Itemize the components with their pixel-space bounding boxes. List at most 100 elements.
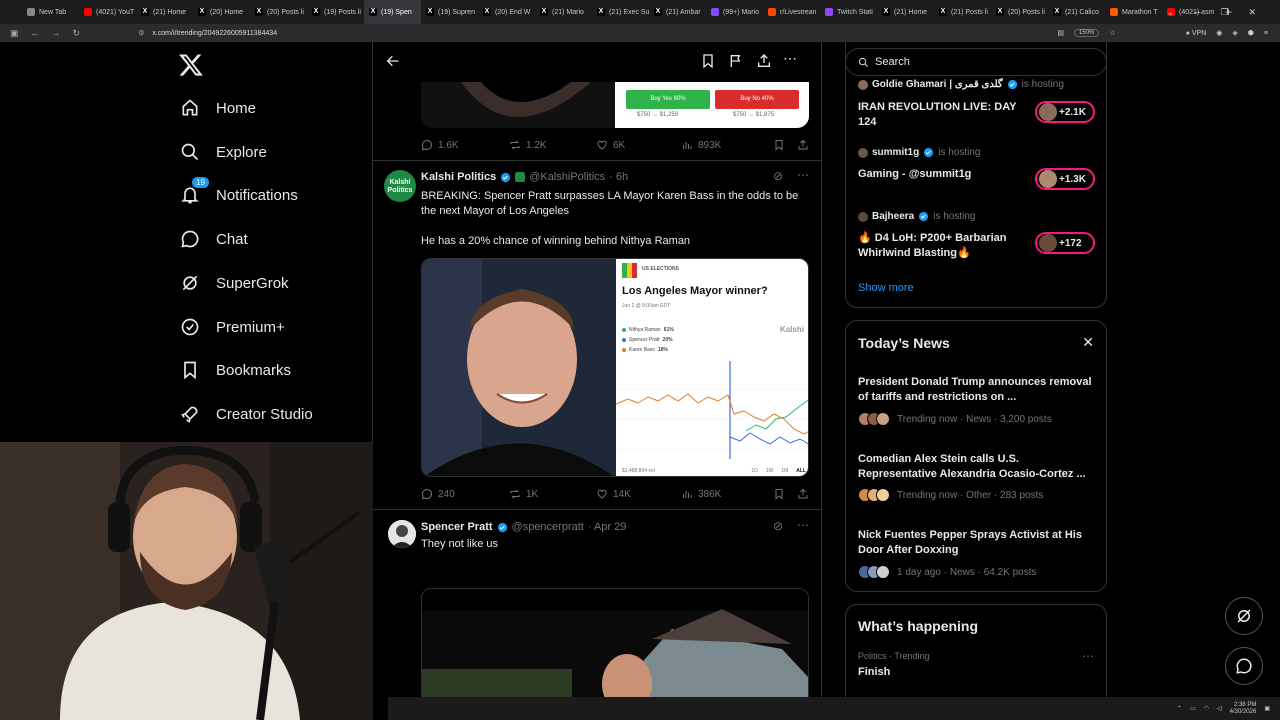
back-icon[interactable]: ← xyxy=(31,28,40,39)
network-icon[interactable]: ▭ xyxy=(1190,705,1196,712)
wallet-icon[interactable]: ◈ xyxy=(1232,29,1237,37)
site-info-icon[interactable]: ⚙ xyxy=(138,29,144,37)
browser-tab[interactable]: X (20) Posts li xyxy=(250,0,307,24)
reload-icon[interactable]: ↻ xyxy=(73,28,81,39)
browser-tab[interactable]: X (19) Supren xyxy=(421,0,478,24)
range-all[interactable]: ALL xyxy=(796,468,806,474)
browser-tab[interactable]: r/Livestrean xyxy=(763,0,820,24)
share-post-icon[interactable] xyxy=(797,488,809,500)
sidebar-toggle-icon[interactable]: ▣ xyxy=(10,28,19,39)
browser-tab[interactable]: X (21) Home xyxy=(877,0,934,24)
like-button[interactable]: 6K xyxy=(596,139,681,151)
tab-search-icon[interactable]: ⌄ xyxy=(1166,7,1174,18)
profile-icon[interactable]: ◉ xyxy=(1216,29,1222,37)
repost-button[interactable]: 1K xyxy=(509,488,596,500)
post2-more-icon[interactable]: ⋯ xyxy=(797,518,809,532)
more-options-icon[interactable]: ⋯ xyxy=(783,50,799,66)
space-title[interactable]: 🔥 D4 LoH: P200+ Barbarian Whirlwind Blas… xyxy=(858,231,1028,261)
browser-tab[interactable]: X (21) Home xyxy=(136,0,193,24)
news-item-title[interactable]: President Donald Trump announces removal… xyxy=(858,375,1098,405)
space-listeners-pill[interactable]: +2.1K xyxy=(1035,101,1095,123)
kalshi-avatar[interactable]: Kalshi Politics xyxy=(384,170,416,202)
nav-creator-studio[interactable]: Creator Studio xyxy=(180,404,313,424)
url-field[interactable]: x.com/i/trending/2049226005911384434 xyxy=(152,30,277,37)
space-host[interactable]: Bajheera is hosting xyxy=(858,211,976,222)
browser-tab[interactable]: Twitch Stati xyxy=(820,0,877,24)
spencer-pratt-photo[interactable] xyxy=(422,259,616,476)
nav-chat[interactable]: Chat xyxy=(180,229,248,249)
grok-fab[interactable] xyxy=(1225,597,1263,635)
views-button[interactable]: 893K xyxy=(681,139,773,151)
nav-supergrok[interactable]: SuperGrok xyxy=(180,273,289,293)
trend-title[interactable]: Finish xyxy=(858,666,890,678)
nav-home[interactable]: Home xyxy=(180,98,256,118)
maximize-icon[interactable]: ❐ xyxy=(1220,7,1228,18)
x-logo-icon[interactable] xyxy=(178,52,204,78)
grok-post-icon[interactable]: ⊘ xyxy=(773,519,783,533)
reply-button[interactable]: 1.6K xyxy=(421,139,509,151)
close-window-icon[interactable]: ✕ xyxy=(1248,7,1256,18)
browser-tab[interactable]: (4021) YouT xyxy=(79,0,136,24)
news-item-title[interactable]: Comedian Alex Stein calls U.S. Represent… xyxy=(858,452,1098,482)
post2-time[interactable]: · Apr 29 xyxy=(588,521,627,533)
trend-more-icon[interactable]: ⋯ xyxy=(1082,649,1094,663)
flag-icon[interactable] xyxy=(728,53,744,69)
forward-icon[interactable]: → xyxy=(52,28,61,39)
tray-chevron-icon[interactable]: ⌃ xyxy=(1177,705,1182,712)
repost-button[interactable]: 1.2K xyxy=(509,139,596,151)
space-host[interactable]: Goldie Ghamari | گلدی قمری is hosting xyxy=(858,79,1064,90)
browser-tab[interactable]: X (20) Home xyxy=(193,0,250,24)
browser-tab[interactable]: X (21) Exec Su xyxy=(592,0,649,24)
browser-tab[interactable]: X (20) Posts li xyxy=(991,0,1048,24)
browser-tab[interactable]: (99+) Mario xyxy=(706,0,763,24)
views-button[interactable]: 386K xyxy=(681,488,773,500)
top-post-photo[interactable] xyxy=(421,82,615,128)
volume-icon[interactable]: ◁ xyxy=(1217,705,1222,712)
browser-tab[interactable]: X (19) Posts li xyxy=(307,0,364,24)
minimize-icon[interactable]: ─ xyxy=(1194,7,1200,17)
space-title[interactable]: Gaming - @summit1g xyxy=(858,167,1028,182)
post2-author-name[interactable]: Spencer Pratt xyxy=(421,521,493,533)
browser-tab[interactable]: X (20) End W xyxy=(478,0,535,24)
browser-tab[interactable]: New Tab xyxy=(22,0,79,24)
buy-yes-button[interactable]: Buy Yes 60% xyxy=(626,90,710,109)
range-1m[interactable]: 1M xyxy=(781,468,788,474)
post1-time[interactable]: · 6h xyxy=(609,171,628,183)
post1-more-icon[interactable]: ⋯ xyxy=(797,168,809,182)
bookmark-post-icon[interactable] xyxy=(773,139,785,151)
wifi-icon[interactable]: ◠ xyxy=(1204,705,1209,712)
buy-no-button[interactable]: Buy No 40% xyxy=(715,90,799,109)
news-item-title[interactable]: Nick Fuentes Pepper Sprays Activist at H… xyxy=(858,528,1098,558)
nav-bookmarks[interactable]: Bookmarks xyxy=(180,360,291,380)
space-listeners-pill[interactable]: +1.3K xyxy=(1035,168,1095,190)
bookmark-header-icon[interactable] xyxy=(700,53,716,69)
space-host[interactable]: summit1g is hosting xyxy=(858,147,980,158)
share-icon[interactable] xyxy=(756,53,772,69)
zoom-level[interactable]: 150% xyxy=(1074,29,1100,37)
close-icon[interactable]: ✕ xyxy=(1082,334,1094,351)
star-icon[interactable]: ☆ xyxy=(1109,29,1115,37)
back-arrow-icon[interactable] xyxy=(385,53,401,69)
post1-author-name[interactable]: Kalshi Politics xyxy=(421,171,496,183)
post1-handle[interactable]: @KalshiPolitics xyxy=(529,171,605,183)
space-listeners-pill[interactable]: +172 xyxy=(1035,232,1095,254)
bookmark-post-icon[interactable] xyxy=(773,488,785,500)
share-post-icon[interactable] xyxy=(797,139,809,151)
nav-explore[interactable]: Explore xyxy=(180,142,267,162)
reply-button[interactable]: 240 xyxy=(421,488,509,500)
post1-media[interactable]: US ELECTIONS Los Angeles Mayor winner? J… xyxy=(421,258,809,477)
vpn-button[interactable]: ● VPN xyxy=(1186,30,1207,37)
nav-premium[interactable]: Premium+ xyxy=(180,317,285,337)
clock[interactable]: 2:38 PM 4/30/2026 xyxy=(1230,702,1257,716)
browser-tab[interactable]: X (21) Mario xyxy=(535,0,592,24)
browser-tab[interactable]: Marathon T xyxy=(1105,0,1162,24)
spencer-avatar[interactable] xyxy=(388,520,416,548)
range-1w[interactable]: 1W xyxy=(766,468,774,474)
post2-handle[interactable]: @spencerpratt xyxy=(512,521,584,533)
browser-tab[interactable]: X (21) Posts li xyxy=(934,0,991,24)
chat-fab[interactable] xyxy=(1225,647,1263,685)
grok-post-icon[interactable]: ⊘ xyxy=(773,169,783,183)
menu-icon[interactable]: ≡ xyxy=(1264,30,1268,37)
show-more-link[interactable]: Show more xyxy=(858,282,914,294)
browser-tab[interactable]: X (21) Calico xyxy=(1048,0,1105,24)
